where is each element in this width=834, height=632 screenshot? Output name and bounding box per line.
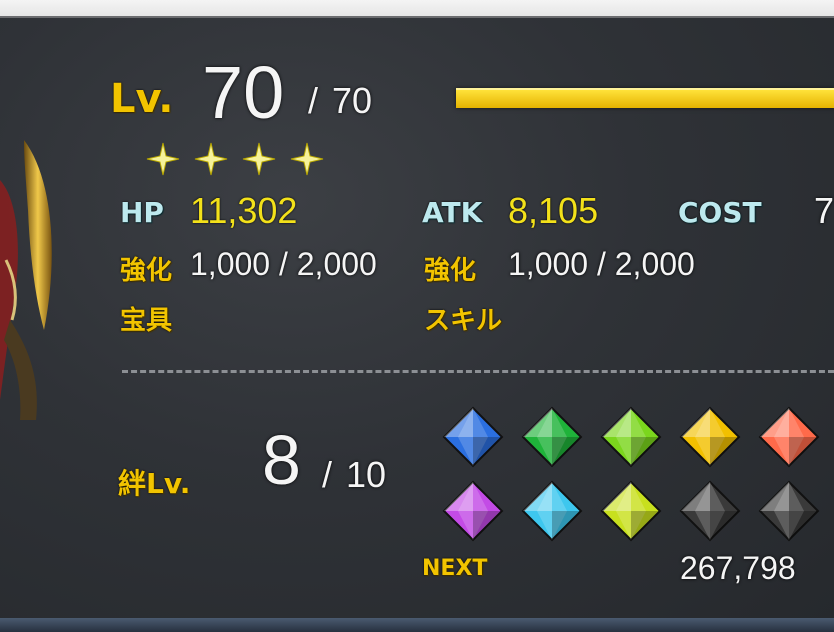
bond-gem-icon xyxy=(521,480,583,542)
hp-label: HP xyxy=(120,196,164,229)
section-divider xyxy=(122,370,834,373)
star-icon xyxy=(290,142,324,176)
level-max: 70 xyxy=(332,80,373,121)
atk-enhance-value: 1,000 / 2,000 xyxy=(508,246,695,282)
bond-separator: / xyxy=(322,454,333,495)
bond-gem-icon xyxy=(521,406,583,468)
bond-gem-icon xyxy=(679,480,741,542)
star-icon xyxy=(146,142,180,176)
next-label: NEXT xyxy=(422,556,488,581)
bond-label: 絆Lv. xyxy=(118,467,191,500)
cost-label: COST xyxy=(678,196,762,229)
bond-current: 8 xyxy=(262,421,301,499)
level-current: 70 xyxy=(202,51,285,134)
top-bar xyxy=(0,0,834,16)
skill-label: スキル xyxy=(424,306,503,336)
bond-gem-icon xyxy=(442,480,504,542)
level-separator: / xyxy=(308,80,319,121)
star-icon xyxy=(242,142,276,176)
bond-gem-icon xyxy=(758,406,820,468)
servant-portrait xyxy=(0,140,52,420)
next-value: 267,798 xyxy=(680,550,796,586)
level-label: Lv. xyxy=(110,76,174,122)
exp-bar xyxy=(456,88,834,108)
bond-gem-icon xyxy=(600,406,662,468)
bond-gem-icon xyxy=(758,480,820,542)
bond-max: 10 xyxy=(346,454,387,495)
np-label: 宝具 xyxy=(120,306,173,336)
bond-gem-icon xyxy=(679,406,741,468)
cost-value: 7 xyxy=(814,190,834,231)
atk-enhance-label: 強化 xyxy=(424,256,477,286)
bond-gem-icon xyxy=(600,480,662,542)
star-icon xyxy=(194,142,228,176)
hp-value: 11,302 xyxy=(190,190,298,231)
hp-enhance-label: 強化 xyxy=(120,256,173,286)
hp-enhance-value: 1,000 / 2,000 xyxy=(190,246,377,282)
atk-value: 8,105 xyxy=(508,190,599,231)
bottom-bar xyxy=(0,618,834,632)
atk-label: ATK xyxy=(422,196,483,229)
bond-gem-icon xyxy=(442,406,504,468)
